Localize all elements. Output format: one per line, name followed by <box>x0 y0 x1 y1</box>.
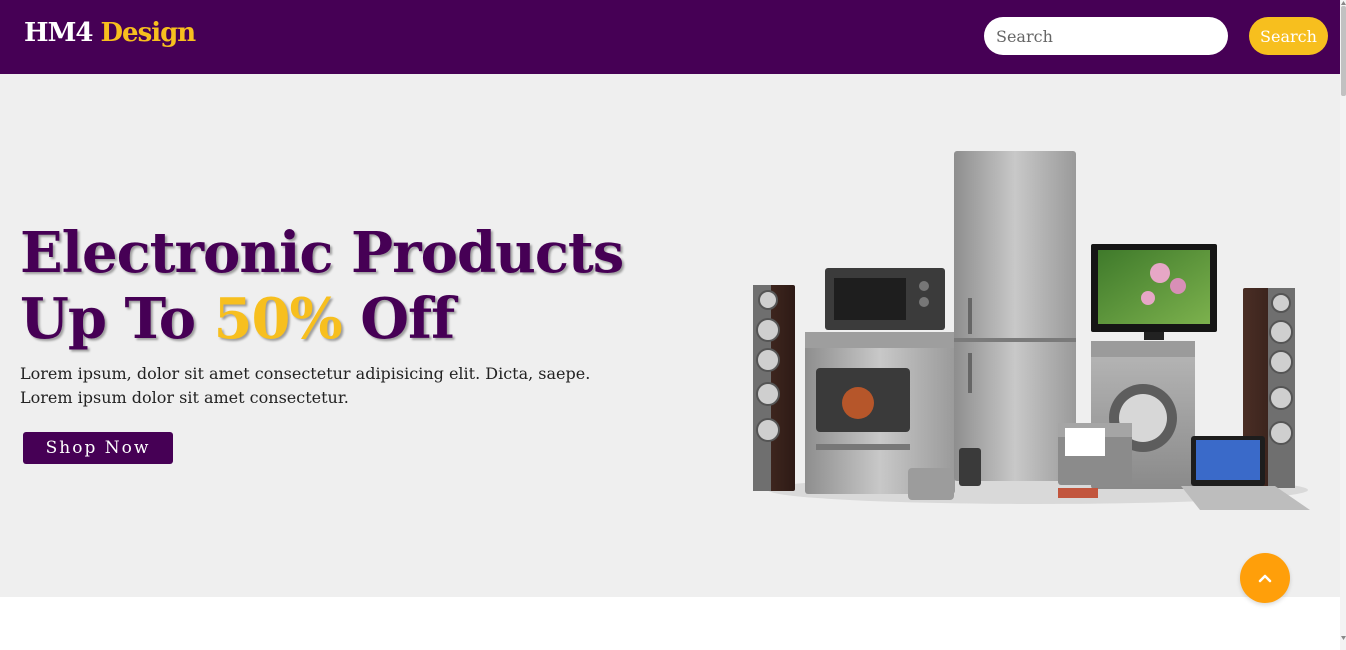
hero-title-line1: Electronic Products <box>20 220 624 286</box>
hero-title: Electronic Products Up To 50% Off <box>20 220 624 352</box>
site-header: HM4 Design Search <box>0 0 1340 74</box>
hero-title-line2-prefix: Up To <box>20 286 214 352</box>
search-button[interactable]: Search <box>1249 17 1328 55</box>
scroll-up-arrow-icon[interactable] <box>1341 0 1346 5</box>
hero-section: Electronic Products Up To 50% Off Lorem … <box>0 74 1340 597</box>
page-scrollbar-track[interactable] <box>1340 0 1346 650</box>
hero-description: Lorem ipsum, dolor sit amet consectetur … <box>20 364 591 407</box>
site-logo[interactable]: HM4 Design <box>24 18 197 48</box>
hero-title-discount: 50% <box>213 286 343 352</box>
scroll-down-arrow-icon[interactable] <box>1341 636 1346 641</box>
hero-title-line2-suffix: Off <box>341 286 455 352</box>
search-input[interactable] <box>984 17 1228 55</box>
logo-main-text: HM4 <box>24 18 93 48</box>
home-appliances-image <box>753 151 1310 510</box>
page-scrollbar-thumb[interactable] <box>1341 6 1346 96</box>
chevron-up-icon <box>1258 574 1272 583</box>
scroll-to-top-button[interactable] <box>1240 553 1290 603</box>
logo-accent-text: Design <box>100 18 197 48</box>
shop-now-button[interactable]: Shop Now <box>23 432 173 464</box>
